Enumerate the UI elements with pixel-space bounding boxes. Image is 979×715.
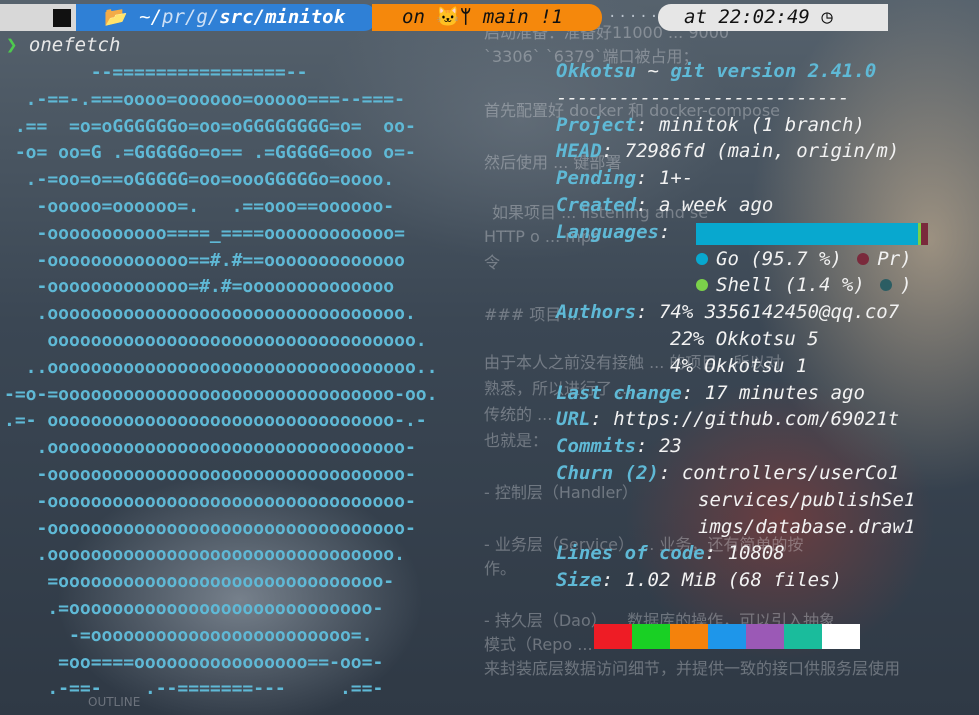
directory-segment: 📂 ~/pr/g/src/minitok <box>76 4 376 31</box>
palette-orange <box>670 624 708 649</box>
author-row-2: 22% Okkotsu 5 <box>670 327 819 350</box>
other-lang-color-dot-icon <box>880 279 893 292</box>
go-gopher-ascii-art: --================-- .-==-.===oooo=ooooo… <box>4 62 438 700</box>
command-line[interactable]: ❯ onefetch <box>6 32 120 58</box>
info-url[interactable]: URL: https://github.com/69021t <box>556 406 915 433</box>
prompt-chevron-icon: ❯ <box>6 34 18 56</box>
git-branch: main <box>482 6 529 28</box>
terminal-color-palette <box>594 624 860 649</box>
palette-green <box>632 624 670 649</box>
info-languages: Languages: <box>556 219 929 246</box>
palette-red <box>594 624 632 649</box>
path-home: ~/ <box>139 6 163 28</box>
lang-bar-go <box>696 222 919 245</box>
info-commits: Commits: 23 <box>556 435 682 458</box>
git-segment: on 🐱ᛘ main !1 <box>372 4 602 31</box>
info-authors: Authors: 74% 3356142450@qq.co7 <box>556 301 900 324</box>
info-lines-of-code: Lines of code: 10808 <box>556 542 785 565</box>
churn-row-3: imgs/database.draw1 <box>698 515 916 538</box>
language-bar <box>696 222 929 245</box>
author-row-3: 4% Okkotsu 1 <box>670 354 808 377</box>
palette-teal <box>784 624 822 649</box>
lang-row-1: Go (95.7 %) Pr) <box>556 246 915 273</box>
info-size: Size: 1.02 MiB (68 files) <box>556 569 842 592</box>
outline-ghost-label: OUTLINE <box>88 695 141 709</box>
churn-row-2: services/publishSe1 <box>698 488 916 511</box>
folder-icon: 📂 <box>104 6 128 28</box>
go-color-dot-icon <box>696 252 708 265</box>
shell-prompt-bar: 📂 ~/pr/g/src/minitok on 🐱ᛘ main !1 ·····… <box>0 4 979 31</box>
clock-icon: ◷ <box>821 6 833 28</box>
manjaro-logo-icon <box>53 9 71 27</box>
git-status: !1 <box>540 6 563 28</box>
lang-row-2: Shell (1.4 %) ) <box>556 272 915 299</box>
github-cat-icon: 🐱 <box>436 6 461 28</box>
path-current: src/minitok <box>219 6 346 28</box>
info-last-change: Last change: 17 minutes ago <box>556 381 865 404</box>
branch-icon: ᛘ <box>460 6 472 28</box>
info-head: HEAD: 72986fd (main, origin/m) <box>556 140 900 163</box>
ascii-line: --================-- <box>4 62 308 83</box>
info-project: Project: minitok (1 branch) <box>556 113 865 136</box>
palette-purple <box>746 624 784 649</box>
info-pending: Pending: 1+- <box>556 167 694 190</box>
onefetch-info-panel: Okkotsu ~ git version 2.41.0 -----------… <box>556 58 929 594</box>
clock-time: 22:02:49 <box>718 6 810 28</box>
shell-color-dot-icon <box>696 279 708 292</box>
info-title: Okkotsu ~ git version 2.41.0 <box>556 60 877 82</box>
palette-white <box>822 624 860 649</box>
path-middle: pr/g/ <box>162 6 220 28</box>
info-separator: ---------------------------- <box>556 86 849 109</box>
perl-color-dot-icon <box>857 252 870 265</box>
palette-blue <box>708 624 746 649</box>
time-segment: at 22:02:49 ◷ <box>658 4 888 31</box>
command-text: onefetch <box>28 34 121 56</box>
info-churn: Churn (2): controllers/userCo1 <box>556 461 900 484</box>
os-segment <box>0 4 50 31</box>
info-created: Created: a week ago <box>556 193 774 216</box>
lang-bar-other <box>921 222 929 245</box>
